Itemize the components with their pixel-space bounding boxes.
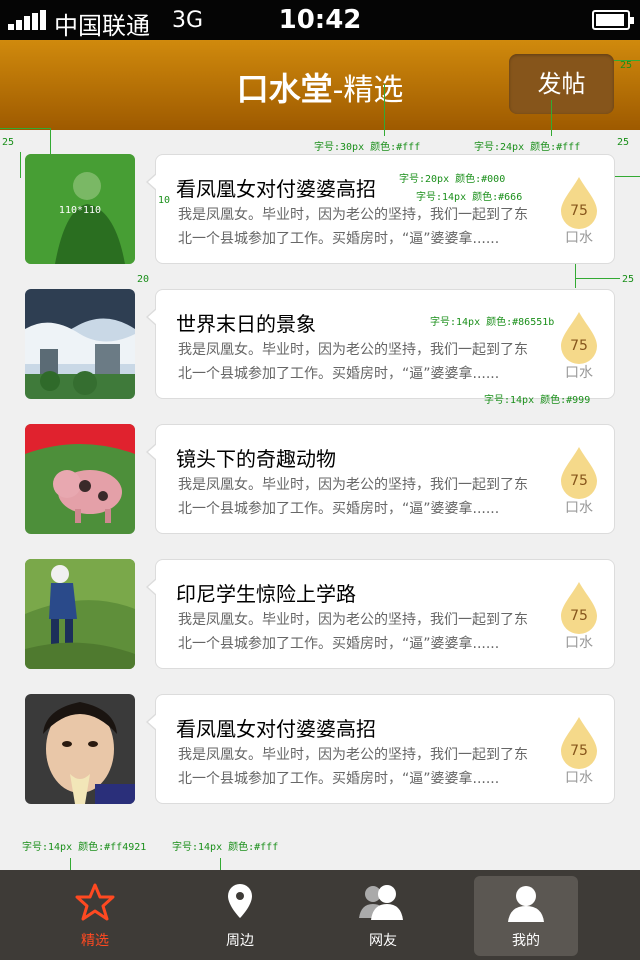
- item-thumbnail: [25, 694, 135, 804]
- item-thumbnail: [25, 559, 135, 669]
- annotation-margin: 10: [158, 195, 171, 206]
- annotation-margin: 25: [2, 137, 15, 148]
- item-summary: 我是凤凰女。毕业时，因为老公的坚持，我们一起到了东北一个县城参加了工作。买婚房时…: [178, 477, 528, 517]
- star-icon: [75, 883, 115, 921]
- item-card[interactable]: 镜头下的奇趣动物 我是凤凰女。毕业时，因为老公的坚持，我们一起到了东北一个县城参…: [146, 424, 615, 534]
- item-title: 印尼学生惊险上学路: [176, 582, 356, 606]
- annotation-tab-spec: 字号:14px 颜色:#fff: [172, 842, 279, 853]
- tab-featured[interactable]: 精选: [43, 870, 147, 960]
- annotation-margin: 25: [617, 137, 630, 148]
- item-summary: 我是凤凰女。毕业时，因为老公的坚持，我们一起到了东北一个县城参加了工作。买婚房时…: [178, 747, 528, 787]
- guide-line: [615, 176, 640, 177]
- annotation-item-title-spec: 字号:20px 颜色:#000: [399, 174, 506, 185]
- drop-icon: [561, 582, 597, 634]
- clock: 10:42: [278, 5, 362, 35]
- item-title: 世界末日的景象: [176, 312, 316, 336]
- user-icon: [508, 886, 544, 922]
- annotation-margin: 25: [620, 60, 633, 71]
- list-item[interactable]: 镜头下的奇趣动物 我是凤凰女。毕业时，因为老公的坚持，我们一起到了东北一个县城参…: [25, 424, 615, 534]
- guide-line: [575, 264, 576, 288]
- tab-friends[interactable]: 网友: [331, 870, 435, 960]
- item-title: 看凤凰女对付婆婆高招: [176, 717, 376, 741]
- drop-icon: [561, 177, 597, 229]
- battery-icon: [592, 10, 634, 30]
- thumbnail-size-label: 110*110: [59, 205, 101, 216]
- annotation-title-spec: 字号:30px 颜色:#fff: [314, 142, 421, 153]
- annotation-count-label-spec: 字号:14px 颜色:#999: [484, 395, 591, 406]
- spit-label: 口水: [565, 230, 593, 246]
- drop-icon: [561, 717, 597, 769]
- guide-line: [20, 152, 21, 178]
- page-subtitle: -精选: [332, 73, 404, 108]
- item-summary: 我是凤凰女。毕业时，因为老公的坚持，我们一起到了东北一个县城参加了工作。买婚房时…: [178, 612, 528, 652]
- item-summary: 我是凤凰女。毕业时，因为老公的坚持，我们一起到了东北一个县城参加了工作。买婚房时…: [178, 207, 528, 247]
- item-title: 镜头下的奇趣动物: [176, 447, 336, 471]
- annotation-count-spec: 字号:14px 颜色:#86551b: [430, 317, 555, 328]
- tab-label: 精选: [81, 933, 109, 949]
- annotation-button-spec: 字号:24px 颜色:#fff: [474, 142, 581, 153]
- tab-label: 周边: [226, 933, 254, 949]
- spit-label: 口水: [565, 365, 593, 381]
- list-item[interactable]: 世界末日的景象 我是凤凰女。毕业时，因为老公的坚持，我们一起到了东北一个县城参加…: [25, 289, 615, 399]
- list-item[interactable]: 看凤凰女对付婆婆高招 我是凤凰女。毕业时，因为老公的坚持，我们一起到了东北一个县…: [25, 694, 615, 804]
- item-thumbnail: [25, 289, 135, 399]
- location-pin-icon: [228, 884, 252, 918]
- friends-icon: [359, 885, 403, 920]
- item-card[interactable]: 印尼学生惊险上学路 我是凤凰女。毕业时，因为老公的坚持，我们一起到了东北一个县城…: [146, 559, 615, 669]
- annotation-tab-active-spec: 字号:14px 颜色:#ff4921: [22, 842, 147, 853]
- status-bar: 中国联通 3G 10:42: [0, 0, 640, 40]
- spit-label: 口水: [565, 770, 593, 786]
- item-summary: 我是凤凰女。毕业时，因为老公的坚持，我们一起到了东北一个县城参加了工作。买婚房时…: [178, 342, 528, 382]
- app-header: 口水堂-精选 发帖: [0, 40, 640, 130]
- annotation-margin: 25: [622, 274, 635, 285]
- item-card[interactable]: 看凤凰女对付婆婆高招 我是凤凰女。毕业时，因为老公的坚持，我们一起到了东北一个县…: [146, 694, 615, 804]
- guide-line: [575, 278, 620, 279]
- guide-line: [50, 128, 51, 154]
- item-card[interactable]: 看凤凰女对付婆婆高招 我是凤凰女。毕业时，因为老公的坚持，我们一起到了东北一个县…: [146, 154, 615, 264]
- item-thumbnail: [25, 424, 135, 534]
- spit-label: 口水: [565, 500, 593, 516]
- tab-label: 网友: [369, 933, 397, 949]
- item-title: 看凤凰女对付婆婆高招: [176, 177, 376, 201]
- guide-line: [384, 84, 385, 136]
- tab-mine[interactable]: 我的: [474, 876, 578, 956]
- post-button[interactable]: 发帖: [509, 54, 614, 114]
- drop-icon: [561, 447, 597, 499]
- drop-icon: [561, 312, 597, 364]
- guide-line: [551, 100, 552, 136]
- brand-name: 口水堂: [236, 70, 333, 108]
- list-item[interactable]: 印尼学生惊险上学路 我是凤凰女。毕业时，因为老公的坚持，我们一起到了东北一个县城…: [25, 559, 615, 669]
- tab-label: 我的: [512, 933, 540, 949]
- guide-line: [0, 128, 50, 129]
- tab-nearby[interactable]: 周边: [188, 870, 292, 960]
- item-thumbnail: 110*110: [25, 154, 135, 264]
- item-card[interactable]: 世界末日的景象 我是凤凰女。毕业时，因为老公的坚持，我们一起到了东北一个县城参加…: [146, 289, 615, 399]
- tab-bar: 精选 周边 网友 我的: [0, 870, 640, 960]
- list-item[interactable]: 110*110 看凤凰女对付婆婆高招 我是凤凰女。毕业时，因为老公的坚持，我们一…: [25, 154, 615, 264]
- annotation-margin: 20: [137, 274, 150, 285]
- annotation-item-summary-spec: 字号:14px 颜色:#666: [416, 192, 523, 203]
- spit-label: 口水: [565, 635, 593, 651]
